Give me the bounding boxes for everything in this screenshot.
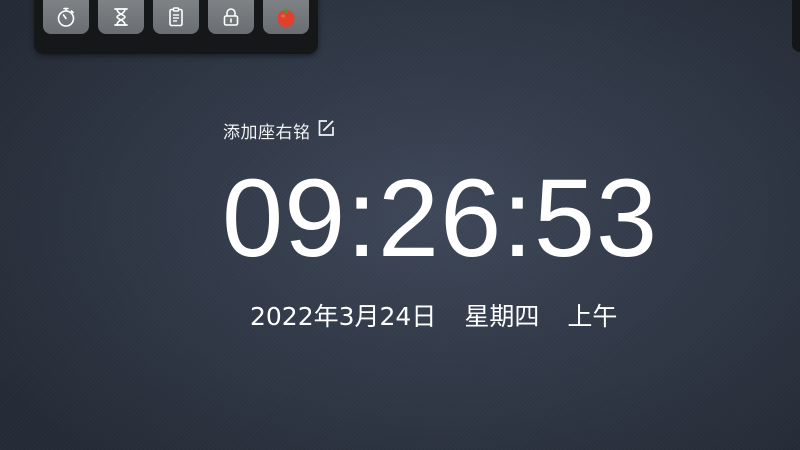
clipboard-icon	[169, 7, 183, 27]
tomato-icon	[277, 7, 295, 27]
motto-label: 添加座右铭	[223, 122, 311, 143]
stopwatch-icon	[57, 7, 75, 27]
hourglass-button[interactable]	[98, 0, 144, 34]
date-text: 2022年3月24日	[250, 302, 437, 331]
date-line: 2022年3月24日 星期四 上午	[250, 297, 617, 333]
weekday-text: 星期四	[464, 302, 540, 331]
clock-time: 09:26:53	[222, 157, 659, 280]
lock-icon	[223, 8, 239, 26]
edit-icon	[316, 118, 336, 143]
add-motto-button[interactable]: 添加座右铭	[223, 118, 336, 143]
clipboard-button[interactable]	[153, 0, 199, 34]
hourglass-icon	[114, 8, 128, 26]
stopwatch-button[interactable]	[43, 0, 89, 34]
side-panel-edge[interactable]	[792, 0, 800, 52]
top-toolbar	[34, 0, 318, 54]
tomato-button[interactable]	[263, 0, 309, 34]
period-text: 上午	[567, 302, 618, 331]
lock-button[interactable]	[208, 0, 254, 34]
